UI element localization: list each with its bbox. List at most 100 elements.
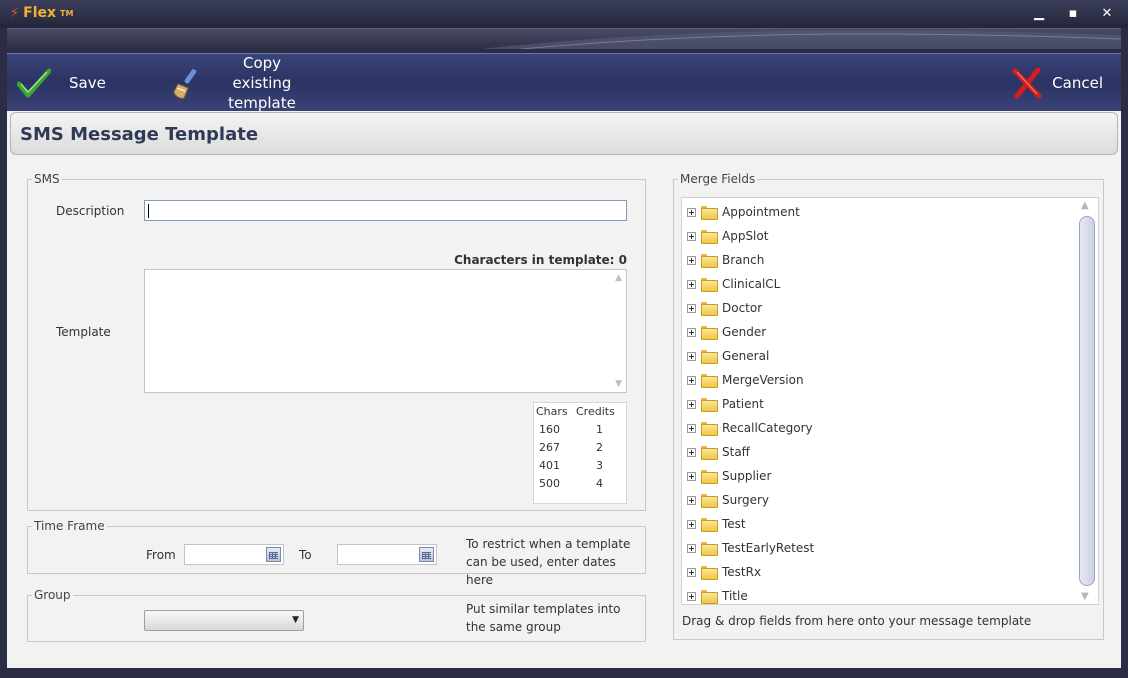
plus-expander-icon[interactable] <box>687 543 696 553</box>
main-content: SMS Message Template SMS Description Cha… <box>7 111 1121 668</box>
app-title: ⚡ Flex TM <box>10 5 73 21</box>
tree-item-label: Doctor <box>722 301 763 315</box>
window-title-bar: ⚡ Flex TM ▁ ▪ ✕ <box>0 0 1128 28</box>
scroll-down-icon[interactable]: ▼ <box>615 379 622 389</box>
folder-icon <box>701 374 718 388</box>
folder-icon <box>701 566 718 580</box>
plus-expander-icon[interactable] <box>687 255 696 265</box>
group-select[interactable]: ▼ <box>144 610 304 631</box>
plus-expander-icon[interactable] <box>687 303 696 313</box>
minimize-icon[interactable]: ▁ <box>1032 6 1046 21</box>
credits-row-credits: 4 <box>596 477 603 490</box>
credits-row-credits: 1 <box>596 423 603 436</box>
from-label: From <box>146 548 176 562</box>
menu-strip <box>7 28 1121 49</box>
tree-item-label: Gender <box>722 325 767 339</box>
folder-icon <box>701 494 718 508</box>
tree-item-patient[interactable]: Patient <box>687 394 764 414</box>
tree-item-label: ClinicalCL <box>722 277 781 291</box>
to-date-input[interactable] <box>337 544 437 565</box>
tree-item-label: General <box>722 349 770 363</box>
description-input[interactable] <box>144 200 627 221</box>
tree-item-appslot[interactable]: AppSlot <box>687 226 768 246</box>
tree-item-label: Appointment <box>722 205 800 219</box>
tree-item-doctor[interactable]: Doctor <box>687 298 762 318</box>
tree-item-surgery[interactable]: Surgery <box>687 490 769 510</box>
credits-header-chars: Chars <box>536 405 568 418</box>
tree-item-appointment[interactable]: Appointment <box>687 202 800 222</box>
tree-item-staff[interactable]: Staff <box>687 442 750 462</box>
from-date-input[interactable] <box>184 544 284 565</box>
scroll-up-icon[interactable]: ▲ <box>615 273 622 283</box>
plus-expander-icon[interactable] <box>687 471 696 481</box>
tree-item-gender[interactable]: Gender <box>687 322 766 342</box>
credits-row-chars: 160 <box>539 423 560 436</box>
scroll-down-icon[interactable]: ▼ <box>1081 591 1089 602</box>
tree-item-label: TestEarlyRetest <box>722 541 815 555</box>
plus-expander-icon[interactable] <box>687 447 696 457</box>
folder-icon <box>701 542 718 556</box>
folder-icon <box>701 254 718 268</box>
plus-expander-icon[interactable] <box>687 399 696 409</box>
chevron-down-icon: ▼ <box>292 615 299 625</box>
plus-expander-icon[interactable] <box>687 375 696 385</box>
maximize-icon[interactable]: ▪ <box>1066 6 1080 21</box>
window-frame-left <box>0 48 7 678</box>
plus-expander-icon[interactable] <box>687 207 696 217</box>
tree-item-recallcategory[interactable]: RecallCategory <box>687 418 813 438</box>
close-icon[interactable]: ✕ <box>1100 6 1114 21</box>
plus-expander-icon[interactable] <box>687 279 696 289</box>
tree-item-branch[interactable]: Branch <box>687 250 764 270</box>
plus-expander-icon[interactable] <box>687 327 696 337</box>
tree-item-testrx[interactable]: TestRx <box>687 562 761 582</box>
window-controls: ▁ ▪ ✕ <box>1032 6 1114 21</box>
tree-item-label: RecallCategory <box>722 421 813 435</box>
folder-icon <box>701 350 718 364</box>
scroll-up-icon[interactable]: ▲ <box>1081 200 1089 211</box>
tree-item-supplier[interactable]: Supplier <box>687 466 771 486</box>
tree-item-clinicalcl[interactable]: ClinicalCL <box>687 274 780 294</box>
copy-existing-template-button[interactable]: Copy existing template <box>172 54 312 112</box>
folder-icon <box>701 398 718 412</box>
plus-expander-icon[interactable] <box>687 519 696 529</box>
calendar-icon[interactable] <box>266 547 281 562</box>
scrollbar-thumb[interactable] <box>1079 216 1095 586</box>
tree-scrollbar[interactable]: ▲ ▼ <box>1078 200 1096 602</box>
tree-item-testearlyretest[interactable]: TestEarlyRetest <box>687 538 814 558</box>
group-legend: Group <box>32 588 73 602</box>
sms-legend: SMS <box>32 172 62 186</box>
window-frame-right <box>1121 48 1128 678</box>
calendar-icon[interactable] <box>419 547 434 562</box>
tree-item-mergeversion[interactable]: MergeVersion <box>687 370 804 390</box>
tree-item-label: Staff <box>722 445 750 459</box>
red-x-icon <box>1012 67 1042 99</box>
plus-expander-icon[interactable] <box>687 231 696 241</box>
credits-table: Chars Credits 160 1 267 2 401 3 500 4 <box>533 402 627 504</box>
folder-icon <box>701 422 718 436</box>
plus-expander-icon[interactable] <box>687 495 696 505</box>
merge-fields-tree: Appointment AppSlot Branch ClinicalCL Do… <box>681 197 1099 605</box>
trademark: TM <box>60 8 74 18</box>
cancel-button[interactable]: Cancel <box>1012 54 1103 112</box>
folder-icon <box>701 302 718 316</box>
tree-item-title[interactable]: Title <box>687 586 748 606</box>
credits-row-credits: 2 <box>596 441 603 454</box>
group-hint: Put similar templates into the same grou… <box>466 602 621 634</box>
tree-item-test[interactable]: Test <box>687 514 746 534</box>
folder-icon <box>701 230 718 244</box>
tree-item-label: Patient <box>722 397 764 411</box>
plus-expander-icon[interactable] <box>687 351 696 361</box>
merge-fields-hint: Drag & drop fields from here onto your m… <box>682 614 1032 628</box>
plus-expander-icon[interactable] <box>687 591 696 601</box>
tree-item-label: AppSlot <box>722 229 769 243</box>
text-caret <box>148 204 149 218</box>
template-textarea[interactable]: ▲ ▼ <box>144 269 627 393</box>
plus-expander-icon[interactable] <box>687 567 696 577</box>
template-label: Template <box>56 325 111 339</box>
tree-item-label: Supplier <box>722 469 772 483</box>
tree-item-general[interactable]: General <box>687 346 769 366</box>
save-button[interactable]: Save <box>17 54 106 112</box>
characters-in-template: Characters in template: 0 <box>454 253 627 267</box>
plus-expander-icon[interactable] <box>687 423 696 433</box>
cancel-label: Cancel <box>1052 74 1103 92</box>
